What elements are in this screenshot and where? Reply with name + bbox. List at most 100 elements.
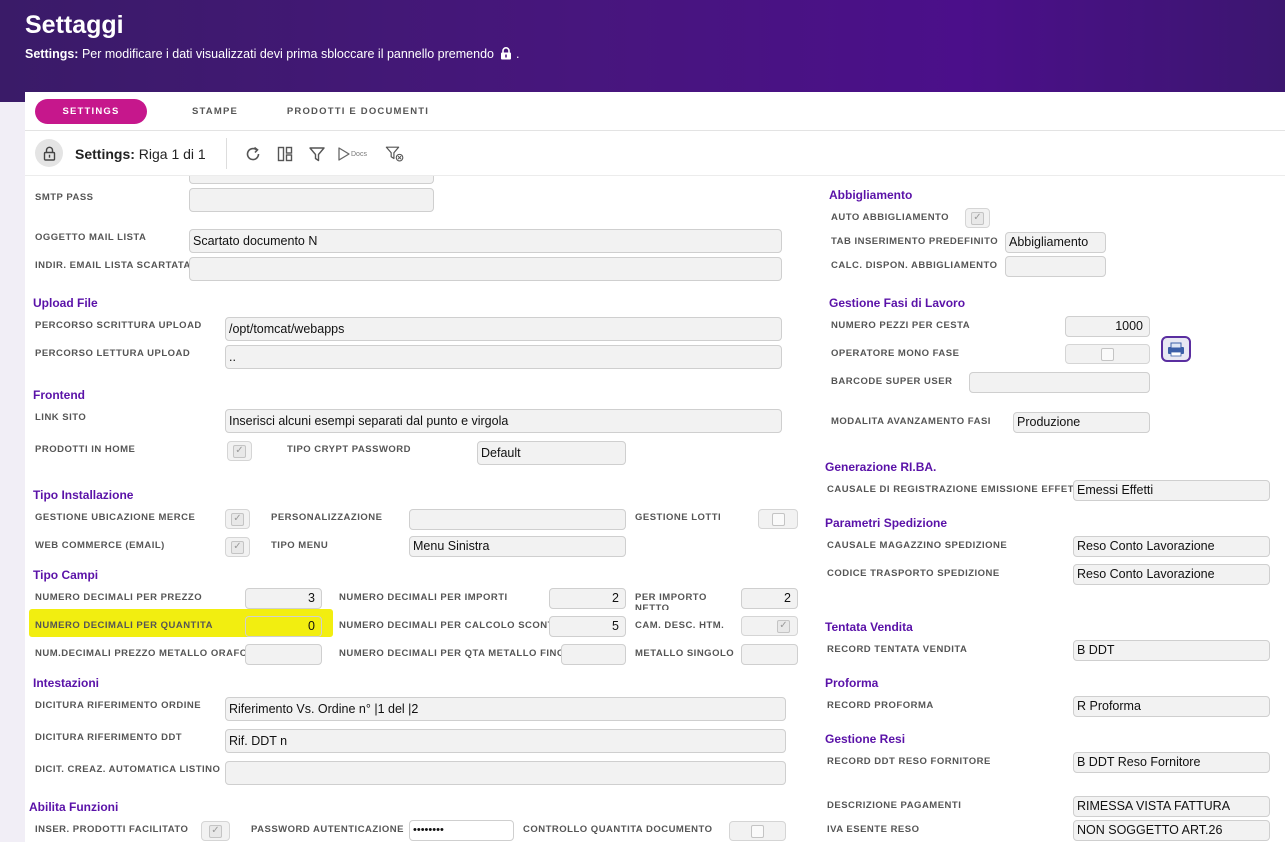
- section-proforma: Proforma: [825, 676, 879, 690]
- dec-sconti-field[interactable]: 5: [549, 616, 626, 637]
- tab-prodotti-documenti[interactable]: PRODOTTI E DOCUMENTI: [283, 99, 433, 124]
- dic-ordine-label: DICITURA RIFERIMENTO ORDINE: [35, 700, 202, 711]
- smtp-pass-field[interactable]: [189, 188, 434, 212]
- gest-lotti-checkbox[interactable]: [758, 509, 798, 529]
- desc-pagamenti-field[interactable]: RIMESSA VISTA FATTURA: [1073, 796, 1270, 817]
- record-count: Riga 1 di 1: [138, 146, 206, 162]
- checkmark-icon: ✓: [209, 824, 222, 838]
- causale-mag-field[interactable]: Reso Conto Lavorazione: [1073, 536, 1270, 557]
- subtitle-text: Per modificare i dati visualizzati devi …: [81, 47, 494, 61]
- dic-ddt-label: DICITURA RIFERIMENTO DDT: [35, 732, 183, 743]
- dec-quantita-label: NUMERO DECIMALI PER QUANTITA: [35, 620, 213, 631]
- tipo-crypt-select[interactable]: Default: [477, 441, 626, 465]
- clear-filter-icon[interactable]: [385, 144, 405, 164]
- record-proforma-field[interactable]: R Proforma: [1073, 696, 1270, 717]
- checkmark-icon: ✓: [231, 512, 244, 526]
- oggetto-mail-label: OGGETTO MAIL LISTA: [35, 232, 147, 243]
- web-commerce-checkbox[interactable]: ✓: [225, 537, 250, 557]
- perc-scrittura-field[interactable]: /opt/tomcat/webapps: [225, 317, 782, 341]
- section-frontend: Frontend: [33, 388, 85, 402]
- indir-email-field[interactable]: [189, 257, 782, 281]
- section-gestione-resi: Gestione Resi: [825, 732, 906, 746]
- refresh-icon[interactable]: [243, 144, 263, 164]
- dec-orafo-field[interactable]: [245, 644, 322, 665]
- checkmark-icon: ✓: [233, 444, 246, 458]
- dec-sconti-label: NUMERO DECIMALI PER CALCOLO SCONTI: [339, 620, 558, 631]
- dic-listino-label: DICIT. CREAZ. AUTOMATICA LISTINO: [35, 764, 221, 775]
- metallo-singolo-field[interactable]: [741, 644, 798, 665]
- subtitle-end: .: [515, 47, 520, 61]
- link-sito-field[interactable]: Inserisci alcuni esempi separati dal pun…: [225, 409, 782, 433]
- pezzi-cesta-field[interactable]: 1000: [1065, 316, 1150, 337]
- per-importo-netto-label: PER IMPORTO NETTO: [635, 592, 707, 610]
- scrolled-field-partial[interactable]: [189, 176, 434, 184]
- lock-icon: [500, 47, 512, 60]
- perc-lettura-label: PERCORSO LETTURA UPLOAD: [35, 348, 191, 359]
- dec-qta-fino-field[interactable]: [561, 644, 626, 665]
- dic-ddt-field[interactable]: Rif. DDT n: [225, 729, 786, 753]
- codice-trasp-field[interactable]: Reso Conto Lavorazione: [1073, 564, 1270, 585]
- record-tentata-field[interactable]: B DDT: [1073, 640, 1270, 661]
- tab-ins-label: TAB INSERIMENTO PREDEFINITO: [831, 236, 999, 247]
- tab-ins-select[interactable]: Abbigliamento: [1005, 232, 1106, 253]
- perc-lettura-field[interactable]: ..: [225, 345, 782, 369]
- codice-trasp-label: CODICE TRASPORTO SPEDIZIONE: [827, 568, 1000, 579]
- tipo-menu-select[interactable]: Menu Sinistra: [409, 536, 626, 557]
- gest-ubicazione-label: GESTIONE UBICAZIONE MERCE: [35, 512, 196, 523]
- dec-importi-field[interactable]: 2: [549, 588, 626, 609]
- indir-email-label: INDIR. EMAIL LISTA SCARTATA: [35, 260, 191, 271]
- toolbar-divider: [226, 138, 227, 169]
- dec-prezzo-field[interactable]: 3: [245, 588, 322, 609]
- page-header: Settaggi Settings: Per modificare i dati…: [0, 0, 1285, 102]
- per-importo-netto-field[interactable]: 2: [741, 588, 798, 609]
- dec-orafo-label: NUM.DECIMALI PREZZO METALLO ORAFO: [35, 648, 248, 659]
- calc-dispon-label: CALC. DISPON. ABBIGLIAMENTO: [831, 260, 998, 271]
- personalizzazione-field[interactable]: [409, 509, 626, 530]
- auto-abb-label: AUTO ABBIGLIAMENTO: [831, 212, 950, 223]
- unlock-button[interactable]: [35, 139, 63, 167]
- gest-ubicazione-checkbox[interactable]: ✓: [225, 509, 250, 529]
- page-subtitle: Settings: Per modificare i dati visualiz…: [25, 47, 519, 61]
- dic-listino-field[interactable]: [225, 761, 786, 785]
- prodotti-home-checkbox[interactable]: ✓: [227, 441, 252, 461]
- oggetto-mail-field[interactable]: Scartato documento N: [189, 229, 782, 253]
- inser-prodotti-checkbox[interactable]: ✓: [201, 821, 230, 841]
- record-reso-field[interactable]: B DDT Reso Fornitore: [1073, 752, 1270, 773]
- causale-riba-field[interactable]: Emessi Effetti: [1073, 480, 1270, 501]
- section-tipo-installazione: Tipo Installazione: [33, 488, 134, 502]
- tab-bar: SETTINGS STAMPE PRODOTTI E DOCUMENTI: [25, 92, 1285, 131]
- dec-quantita-field[interactable]: 0: [245, 616, 322, 637]
- dec-importi-label: NUMERO DECIMALI PER IMPORTI: [339, 592, 508, 603]
- dec-prezzo-label: NUMERO DECIMALI PER PREZZO: [35, 592, 203, 603]
- operatore-mono-checkbox[interactable]: [1065, 344, 1150, 364]
- barcode-field[interactable]: [969, 372, 1150, 393]
- tab-stampe[interactable]: STAMPE: [185, 99, 245, 124]
- barcode-label: BARCODE SUPER USER: [831, 376, 953, 387]
- iva-esente-field[interactable]: NON SOGGETTO ART.26: [1073, 820, 1270, 841]
- section-tipo-campi: Tipo Campi: [33, 568, 99, 582]
- tipo-crypt-label: TIPO CRYPT PASSWORD: [287, 444, 412, 455]
- prodotti-home-label: PRODOTTI IN HOME: [35, 444, 136, 455]
- calc-dispon-field[interactable]: [1005, 256, 1106, 277]
- modalita-label: MODALITA AVANZAMENTO FASI: [831, 416, 991, 427]
- record-proforma-label: RECORD PROFORMA: [827, 700, 934, 711]
- operatore-config-button[interactable]: [1161, 336, 1191, 362]
- subtitle-bold: Settings:: [25, 47, 79, 61]
- perc-scrittura-label: PERCORSO SCRITTURA UPLOAD: [35, 320, 202, 331]
- docs-icon[interactable]: Docs: [337, 144, 375, 164]
- page-title: Settaggi: [25, 11, 124, 39]
- checkmark-icon: ✓: [777, 619, 790, 633]
- tab-settings[interactable]: SETTINGS: [35, 99, 147, 124]
- controllo-qta-checkbox[interactable]: [729, 821, 786, 841]
- cam-desc-label: CAM. DESC. HTM.: [635, 620, 725, 631]
- columns-icon[interactable]: [275, 144, 295, 164]
- dic-ordine-field[interactable]: Riferimento Vs. Ordine n° |1 del |2: [225, 697, 786, 721]
- modalita-select[interactable]: Produzione: [1013, 412, 1150, 433]
- auto-abb-checkbox[interactable]: ✓: [965, 208, 990, 228]
- record-reso-label: RECORD DDT RESO FORNITORE: [827, 756, 991, 767]
- filter-icon[interactable]: [307, 144, 327, 164]
- password-aut-field[interactable]: ••••••••: [409, 820, 514, 841]
- gest-lotti-label: GESTIONE LOTTI: [635, 512, 722, 523]
- iva-esente-label: IVA ESENTE RESO: [827, 824, 920, 835]
- cam-desc-checkbox[interactable]: ✓: [741, 616, 798, 636]
